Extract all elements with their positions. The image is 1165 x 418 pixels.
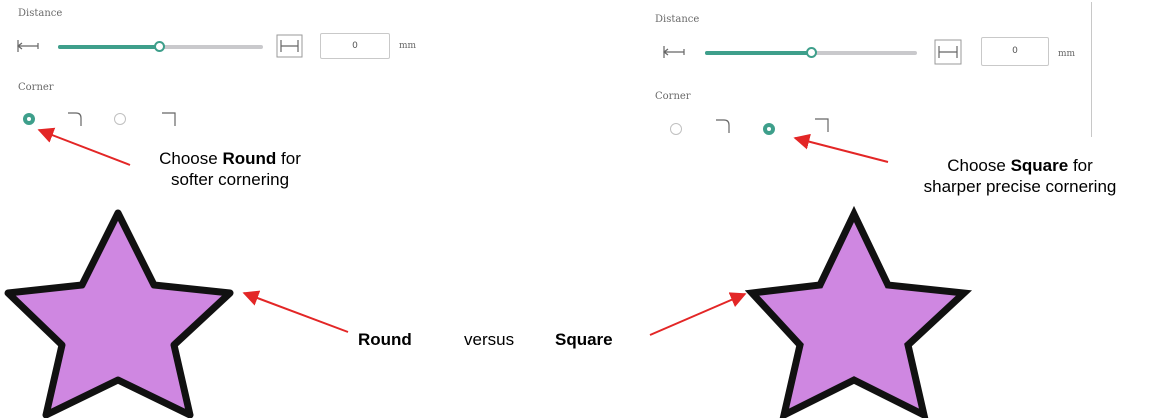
arrow-round-radio — [37, 127, 131, 166]
star-shape-round — [4, 209, 234, 418]
arrow-square-radio — [793, 133, 889, 163]
illustration-layer — [4, 127, 973, 418]
arrow-round-star — [242, 290, 349, 333]
arrow-square-star — [649, 292, 747, 336]
star-shape-square — [744, 205, 973, 418]
